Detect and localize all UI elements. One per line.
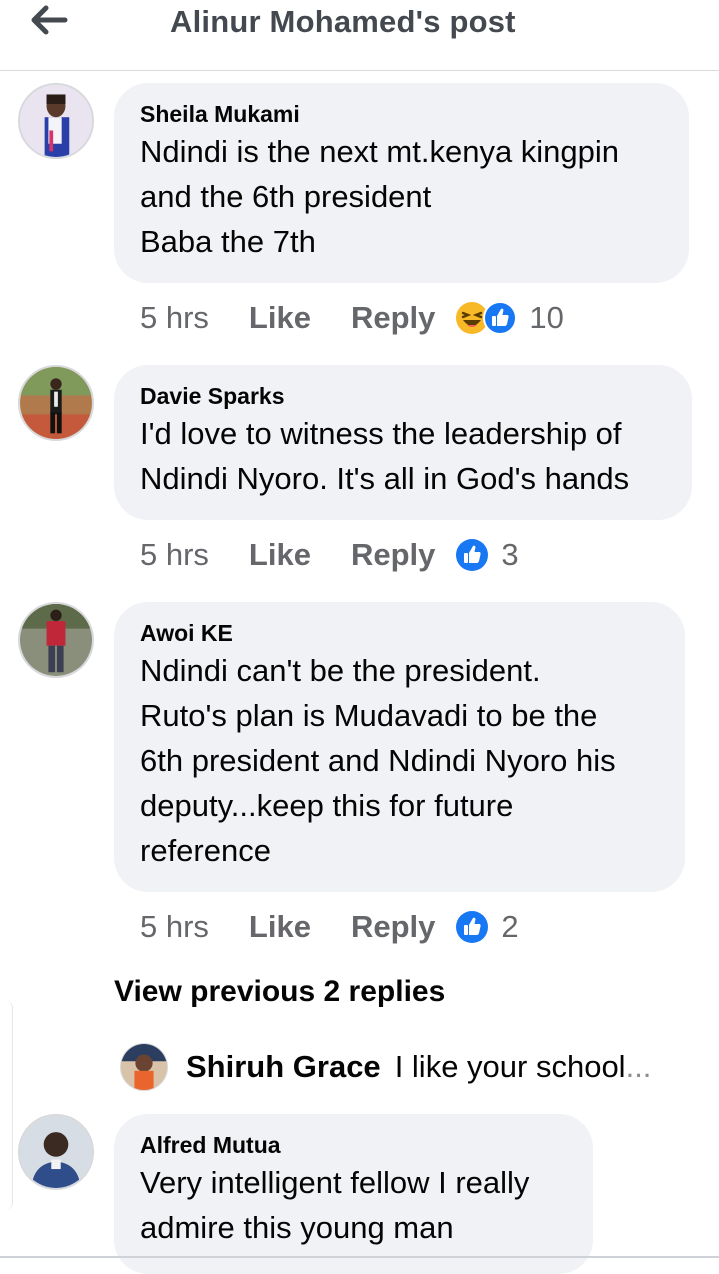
reaction-count[interactable]: 3 (501, 537, 518, 573)
comment-text: Ndindi is the next mt.kenya kingpin and … (140, 134, 620, 259)
like-button[interactable]: Like (249, 300, 311, 336)
like-button[interactable]: Like (249, 909, 311, 945)
reactions-summary[interactable] (455, 910, 489, 944)
comment-bubble: Alfred Mutua Very intelligent fellow I r… (114, 1114, 593, 1274)
reply-button[interactable]: Reply (351, 537, 435, 573)
back-button[interactable] (26, 2, 72, 38)
view-previous-replies-link[interactable]: View previous 2 replies (114, 975, 445, 1009)
reply-button[interactable]: Reply (351, 909, 435, 945)
bottom-divider (0, 1256, 719, 1258)
comment-time[interactable]: 5 hrs (140, 537, 209, 573)
like-icon (483, 301, 518, 335)
reaction-count[interactable]: 2 (501, 909, 518, 945)
comment-author[interactable]: Sheila Mukami (140, 99, 663, 129)
comment-time[interactable]: 5 hrs (140, 300, 209, 336)
like-icon (456, 539, 489, 571)
like-button[interactable]: Like (249, 537, 311, 573)
comment-actions: 5 hrs Like Reply 3 (140, 533, 519, 577)
avatar[interactable] (120, 1043, 168, 1091)
like-icon (456, 911, 489, 943)
arrow-left-icon (31, 5, 68, 35)
side-panel-edge (0, 1000, 13, 1210)
comment-bubble: Awoi KE Ndindi can't be the president. R… (114, 602, 685, 892)
reply-ellipsis: ... (625, 1049, 652, 1084)
avatar[interactable] (18, 83, 94, 159)
page-title: Alinur Mohamed's post (170, 4, 516, 39)
comment-text: Ndindi can't be the president. Ruto's pl… (140, 653, 616, 868)
comment-bubble: Davie Sparks I'd love to witness the lea… (114, 365, 692, 520)
reply-author[interactable]: Shiruh Grace (186, 1049, 381, 1085)
comment-author[interactable]: Davie Sparks (140, 381, 666, 411)
comment-text: I'd love to witness the leadership of Nd… (140, 416, 630, 496)
reactions-summary[interactable] (455, 301, 518, 335)
reply-preview[interactable]: Shiruh Grace I like your school ... (120, 1041, 690, 1093)
comment-actions: 5 hrs Like Reply 2 (140, 905, 519, 949)
avatar[interactable] (18, 365, 94, 441)
comment-author[interactable]: Alfred Mutua (140, 1130, 567, 1160)
comment-bubble: Sheila Mukami Ndindi is the next mt.keny… (114, 83, 689, 283)
comment-text: Very intelligent fellow I really admire … (140, 1165, 530, 1245)
comment-author[interactable]: Awoi KE (140, 618, 659, 648)
top-bar: Alinur Mohamed's post (0, 0, 719, 71)
avatar[interactable] (18, 602, 94, 678)
reaction-count[interactable]: 10 (529, 300, 563, 336)
reply-button[interactable]: Reply (351, 300, 435, 336)
reactions-summary[interactable] (455, 538, 489, 572)
reply-snippet: I like your school (394, 1049, 626, 1084)
avatar[interactable] (18, 1114, 94, 1190)
comment-actions: 5 hrs Like Reply 10 (140, 296, 564, 340)
comment-time[interactable]: 5 hrs (140, 909, 209, 945)
